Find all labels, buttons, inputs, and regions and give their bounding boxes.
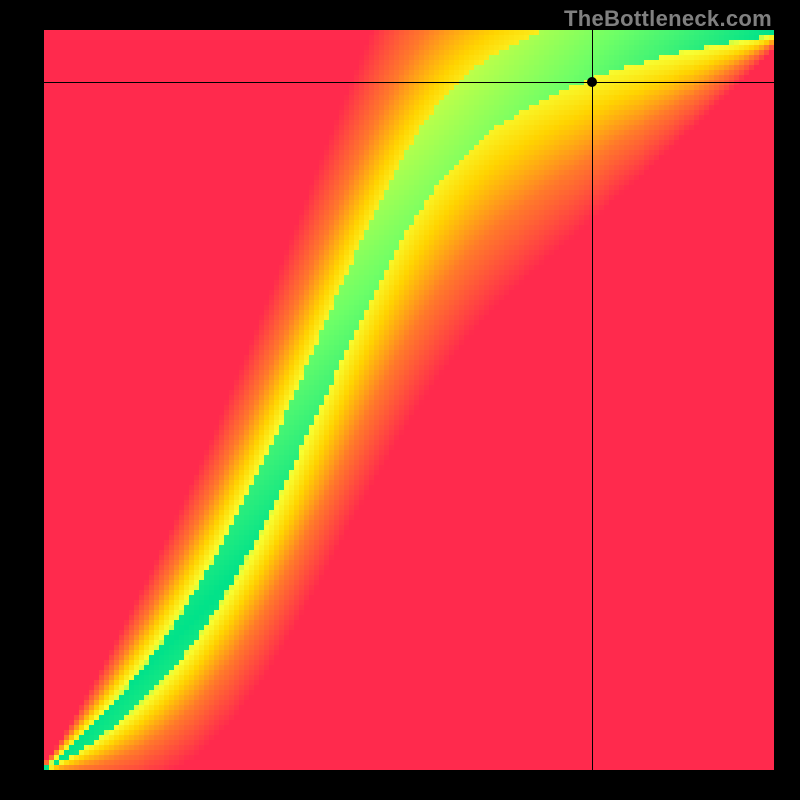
selection-marker[interactable] (587, 77, 597, 87)
heatmap-plot (44, 30, 774, 770)
crosshair-vertical (592, 30, 593, 770)
watermark-text: TheBottleneck.com (564, 6, 772, 32)
crosshair-horizontal (44, 82, 774, 83)
heatmap-canvas (44, 30, 774, 770)
